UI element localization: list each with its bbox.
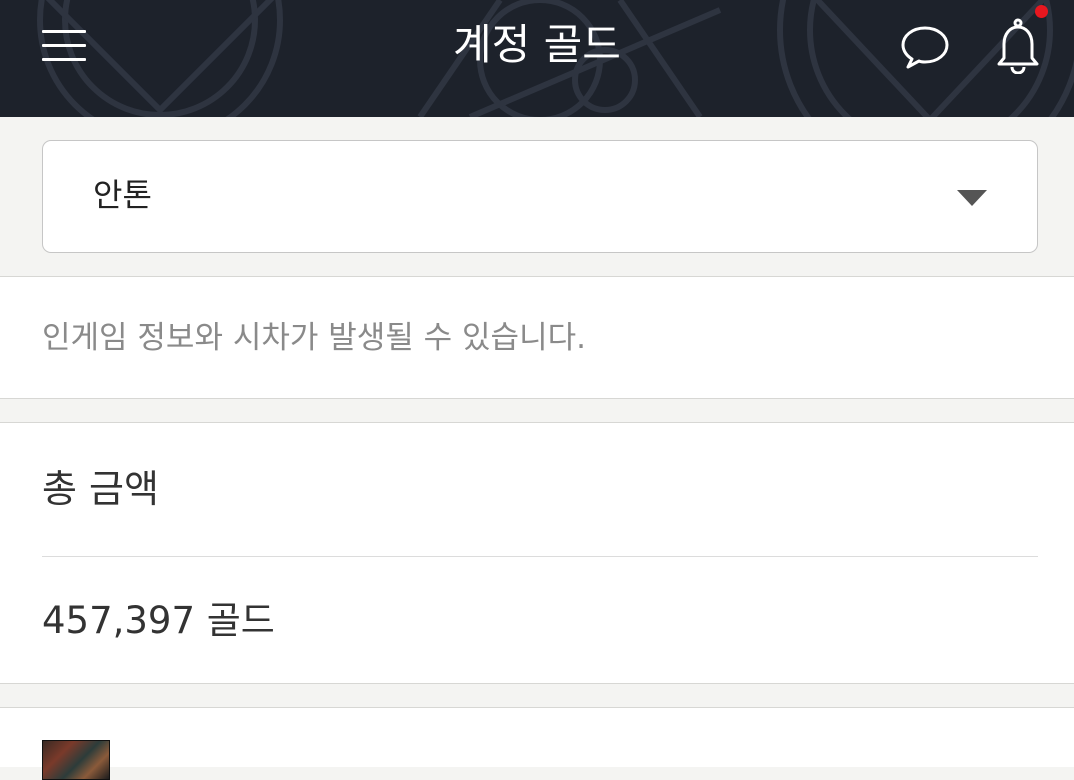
item-thumbnail[interactable] xyxy=(42,740,110,780)
app-header: 계정 골드 xyxy=(0,0,1074,117)
server-select-value: 안톤 xyxy=(93,176,152,214)
chat-bubble-icon xyxy=(901,26,949,69)
notice-text: 인게임 정보와 시차가 발생될 수 있습니다. xyxy=(42,320,586,356)
server-select-dropdown[interactable]: 안톤 xyxy=(42,140,1038,253)
total-label: 총 금액 xyxy=(42,467,159,511)
chevron-down-icon xyxy=(957,190,987,206)
bell-icon xyxy=(997,18,1039,75)
item-list xyxy=(0,707,1074,780)
server-select-section: 안톤 xyxy=(0,117,1074,277)
notice-section: 인게임 정보와 시차가 발생될 수 있습니다. xyxy=(0,277,1074,399)
notifications-button[interactable] xyxy=(994,18,1042,75)
chat-button[interactable] xyxy=(900,24,950,70)
notification-dot xyxy=(1035,5,1048,18)
total-amount: 457,397 골드 xyxy=(42,599,275,642)
total-gold-card: 총 금액 457,397 골드 xyxy=(0,422,1074,684)
